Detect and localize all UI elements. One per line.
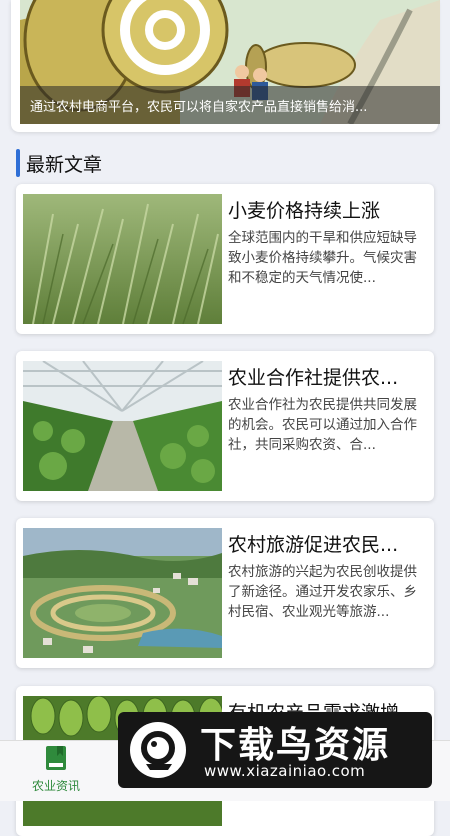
- nav-item-agri-news[interactable]: 农业资讯: [22, 745, 90, 794]
- bird-logo-icon: [128, 720, 188, 780]
- article-title[interactable]: 农业合作社提供农...: [228, 363, 428, 390]
- nav-label: 农业资讯: [31, 779, 80, 793]
- article-title[interactable]: 农村旅游促进农民...: [228, 530, 428, 557]
- article-card[interactable]: 小麦价格持续上涨 全球范围内的干旱和供应短缺导致小麦价格持续攀升。气候灾害和不稳…: [16, 184, 434, 334]
- article-card[interactable]: 农村旅游促进农民... 农村旅游的兴起为农民创收提供了新途径。通过开发农家乐、乡…: [16, 518, 434, 668]
- article-title[interactable]: 小麦价格持续上涨: [228, 196, 428, 223]
- article-image: [23, 528, 222, 658]
- article-summary: 农业合作社为农民提供共同发展的机会。农民可以通过加入合作社，共同采购农资、合..…: [228, 397, 417, 453]
- article-card[interactable]: 农业合作社提供农... 农业合作社为农民提供共同发展的机会。农民可以通过加入合作…: [16, 351, 434, 501]
- banner-caption: 通过农村电商平台，农民可以将自家农产品直接销售给消...: [30, 100, 368, 115]
- book-icon: [45, 745, 67, 775]
- article-summary: 农村旅游的兴起为农民创收提供了新途径。通过开发农家乐、乡村民宿、农业观光等旅游.…: [228, 564, 417, 620]
- watermark-title: 下载鸟资源: [200, 725, 391, 766]
- article-image: [23, 194, 222, 324]
- banner-card[interactable]: 通过农村电商平台，农民可以将自家农产品直接销售给消...: [11, 0, 440, 132]
- section-title: 最新文章: [26, 153, 103, 176]
- watermark-logo: 下载鸟资源 www.xiazainiao.com: [118, 712, 432, 788]
- section-accent-bar: [16, 149, 20, 177]
- section-header: 最新文章: [16, 148, 102, 178]
- watermark-url: www.xiazainiao.com: [204, 762, 366, 780]
- article-image: [23, 361, 222, 491]
- article-summary: 全球范围内的干旱和供应短缺导致小麦价格持续攀升。气候灾害和不稳定的天气情况使..…: [228, 230, 417, 286]
- banner-image[interactable]: 通过农村电商平台，农民可以将自家农产品直接销售给消...: [20, 0, 440, 124]
